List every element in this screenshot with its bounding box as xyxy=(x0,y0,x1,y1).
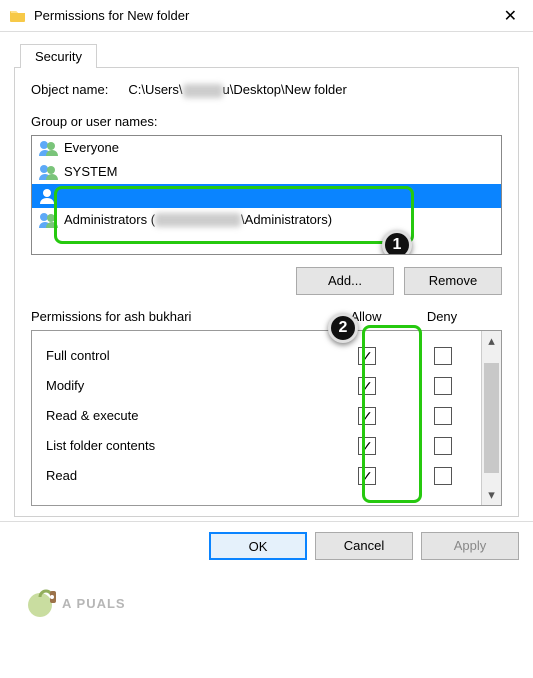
scroll-down-icon[interactable]: ▾ xyxy=(482,485,501,505)
group-user-label: Group or user names: xyxy=(31,114,502,129)
permission-row: Modify xyxy=(46,371,481,401)
annotation-badge-2: 2 xyxy=(328,313,358,343)
redacted-text xyxy=(183,84,223,98)
column-deny: Deny xyxy=(404,309,480,324)
permission-name: Read & execute xyxy=(46,408,329,423)
allow-checkbox[interactable] xyxy=(358,437,376,455)
group-user-listbox[interactable]: Everyone SYSTEM Administrators (\Adminis… xyxy=(31,135,502,255)
permissions-listbox: Full control Modify Read & execute List fol… xyxy=(31,330,502,506)
permission-name: Full control xyxy=(46,348,329,363)
permission-row: Read & execute xyxy=(46,401,481,431)
list-item[interactable]: Everyone xyxy=(32,136,501,160)
list-item[interactable]: SYSTEM xyxy=(32,160,501,184)
deny-checkbox[interactable] xyxy=(434,377,452,395)
permissions-header: Permissions for ash bukhari Allow Deny xyxy=(31,309,502,324)
deny-checkbox[interactable] xyxy=(434,467,452,485)
folder-icon xyxy=(10,8,26,24)
deny-checkbox[interactable] xyxy=(434,437,452,455)
allow-checkbox[interactable] xyxy=(358,407,376,425)
object-name-label: Object name: xyxy=(31,82,108,98)
object-name-value: C:\Users\u\Desktop\New folder xyxy=(128,82,346,98)
window-title: Permissions for New folder xyxy=(34,8,498,23)
object-name-row: Object name: C:\Users\u\Desktop\New fold… xyxy=(31,82,502,98)
allow-checkbox[interactable] xyxy=(358,467,376,485)
permission-row: List folder contents xyxy=(46,431,481,461)
remove-button[interactable]: Remove xyxy=(404,267,502,295)
close-icon[interactable]: ✕ xyxy=(498,4,523,28)
permission-name: List folder contents xyxy=(46,438,329,453)
tab-strip: Security xyxy=(14,38,519,68)
dialog-button-row: OK Cancel Apply xyxy=(0,521,533,570)
users-icon xyxy=(38,163,58,181)
tab-panel-security: Object name: C:\Users\u\Desktop\New fold… xyxy=(14,68,519,517)
allow-checkbox[interactable] xyxy=(358,347,376,365)
watermark-logo: A PUALS xyxy=(26,578,206,628)
title-bar: Permissions for New folder ✕ xyxy=(0,0,533,32)
user-icon xyxy=(38,187,58,205)
permission-name: Modify xyxy=(46,378,329,393)
scrollbar[interactable]: ▴ ▾ xyxy=(481,331,501,505)
tab-security[interactable]: Security xyxy=(20,44,97,68)
allow-checkbox[interactable] xyxy=(358,377,376,395)
permission-row: Full control xyxy=(46,341,481,371)
deny-checkbox[interactable] xyxy=(434,407,452,425)
scroll-up-icon[interactable]: ▴ xyxy=(482,331,501,351)
redacted-text xyxy=(155,213,241,227)
users-icon xyxy=(38,211,58,229)
scroll-thumb[interactable] xyxy=(484,363,499,473)
add-button[interactable]: Add... xyxy=(296,267,394,295)
permission-row: Read xyxy=(46,461,481,491)
users-icon xyxy=(38,139,58,157)
list-item-selected[interactable] xyxy=(32,184,501,208)
list-item[interactable]: Administrators (\Administrators) xyxy=(32,208,501,232)
apply-button[interactable]: Apply xyxy=(421,532,519,560)
cancel-button[interactable]: Cancel xyxy=(315,532,413,560)
permission-name: Read xyxy=(46,468,329,483)
annotation-badge-1: 1 xyxy=(382,230,412,255)
ok-button[interactable]: OK xyxy=(209,532,307,560)
deny-checkbox[interactable] xyxy=(434,347,452,365)
